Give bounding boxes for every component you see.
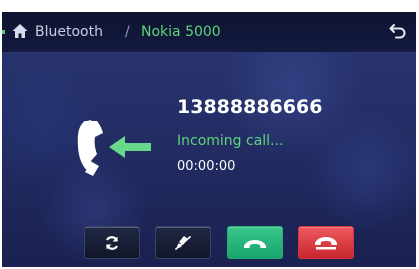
switch-audio-button[interactable]: [84, 226, 140, 259]
call-duration: 00:00:00: [177, 159, 236, 174]
accent-marker: [2, 30, 5, 34]
home-icon[interactable]: [11, 22, 29, 40]
header-bar: Bluetooth / Nokia 5000: [2, 12, 416, 53]
breadcrumb-bluetooth[interactable]: Bluetooth: [35, 23, 103, 41]
refresh-icon: [105, 235, 119, 250]
back-arrow-icon[interactable]: [388, 21, 408, 41]
call-status: Incoming call...: [177, 133, 284, 149]
phone-hangup-icon: [315, 236, 337, 249]
breadcrumb-device-name: Nokia 5000: [141, 24, 221, 40]
mute-button[interactable]: [155, 226, 211, 259]
call-screen: Bluetooth / Nokia 5000 13888886666 Incom…: [2, 12, 416, 267]
reject-button[interactable]: [298, 226, 354, 259]
mic-mute-icon: [175, 235, 191, 250]
breadcrumb-separator: /: [125, 24, 130, 40]
answer-button[interactable]: [227, 226, 283, 259]
phone-answer-icon: [244, 239, 266, 248]
incoming-call-icon: [77, 120, 151, 176]
caller-number: 13888886666: [177, 96, 323, 118]
